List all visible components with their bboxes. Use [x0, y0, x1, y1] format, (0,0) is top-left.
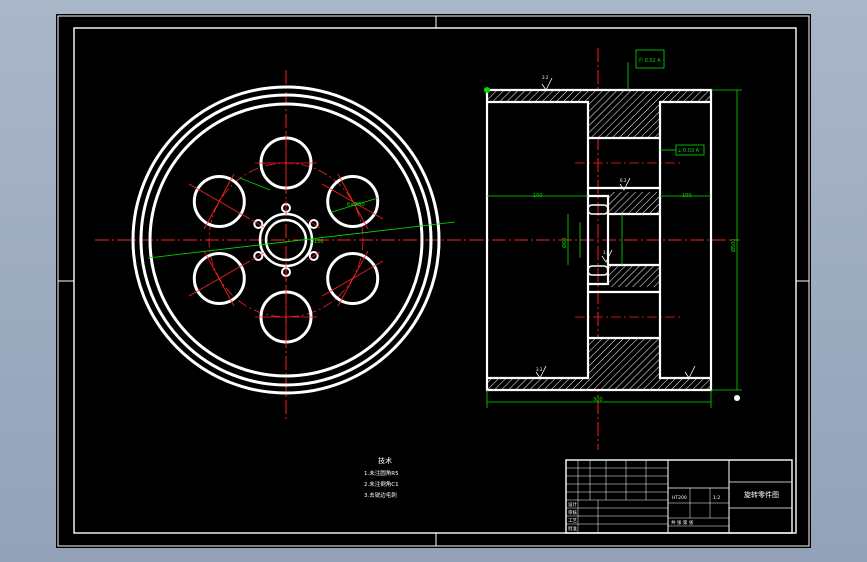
notes-heading: 技术: [378, 456, 392, 465]
roughness-key-label: 1.6: [603, 250, 610, 255]
note-line-3: 3.去锐边毛刺: [364, 491, 397, 499]
dim-holes-label: 6×Ø50: [347, 201, 365, 208]
dim-right-width-label: 100: [682, 193, 692, 199]
tolerance-top-label: Ⓟ 0.02 A: [638, 57, 661, 64]
process-label: 工艺: [568, 518, 577, 524]
cad-drawing-sheet: 6×Ø50 Ø156 100 100 300 Ø500 Ø60 3.2 3.2 …: [56, 14, 811, 548]
note-line-1: 1.未注圆角R5: [364, 469, 399, 477]
roughness-top-label: 3.2: [542, 75, 549, 80]
roughness-mid-label: 6.3: [620, 178, 627, 183]
hatch-hub-top: [608, 192, 660, 214]
material-label: HT200: [672, 495, 687, 501]
dim-bolt-label: Ø156: [310, 238, 323, 245]
approve-label: 批准: [568, 525, 577, 532]
dim-left-width-label: 100: [533, 193, 543, 199]
designer-label: 设计: [568, 501, 577, 508]
hatch-hub-bottom: [608, 265, 660, 287]
roughness-bottom-label: 3.2: [536, 367, 543, 372]
corner-dot-top: [484, 87, 490, 93]
corner-dot-bottom: [734, 395, 740, 401]
hatch-web-top: [588, 90, 660, 138]
checker-label: 审核: [568, 509, 577, 516]
scale-label: 1:2: [713, 495, 720, 501]
dim-height-label: Ø500: [730, 239, 737, 252]
dim-bore-label: Ø60: [561, 238, 568, 248]
hatch-web-bottom: [588, 338, 660, 390]
part-name: 旋转零件图: [744, 490, 779, 499]
note-line-2: 2.未注倒角C1: [364, 480, 399, 488]
tolerance-side-label: ⟂ 0.03 A: [678, 148, 700, 154]
dim-total-width-label: 300: [593, 397, 603, 403]
sheet-count-label: 共 张 第 张: [671, 519, 694, 526]
